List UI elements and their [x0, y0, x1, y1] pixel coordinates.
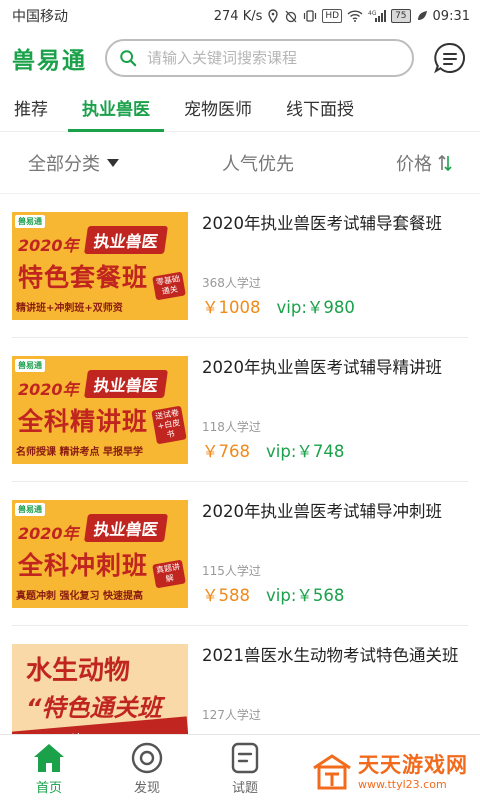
thumbnail-heading: 全科冲刺班 [18, 551, 149, 580]
clock: 09:31 [432, 8, 470, 24]
course-thumbnail: 兽易通 2020年 执业兽医 特色套餐班 零基础通关 精讲班+冲刺班+双师资 [12, 212, 188, 320]
thumbnail-subtitle: 精讲班+冲刺班+双师资 [16, 303, 123, 314]
message-button[interactable] [432, 40, 468, 76]
thumbnail-heading: 全科精讲班 [18, 407, 149, 436]
thumbnail-subtitle: 真题冲刺 强化复习 快速提高 [16, 591, 143, 602]
price-sort[interactable]: 价格 [396, 150, 452, 176]
watermark-text: 天天游戏网 www.ttyl23.com [358, 752, 468, 791]
tab-recommend[interactable]: 推荐 [12, 84, 50, 132]
search-input[interactable] [147, 49, 400, 67]
category-filter[interactable]: 全部分类 [28, 150, 120, 176]
course-price: ￥768 [202, 442, 250, 461]
course-prices: ￥768 vip:￥748 [202, 438, 344, 462]
learner-count: 127人学过 [202, 708, 261, 722]
sort-arrows-icon [438, 154, 452, 171]
category-tabs: 推荐 执业兽医 宠物医师 线下面授 [0, 84, 480, 132]
vip-price: vip:￥748 [266, 442, 345, 461]
thumbnail-badge: 执业兽医 [84, 514, 168, 542]
course-info: 2020年执业兽医考试辅导套餐班 368人学过 ￥1008 vip:￥980 [202, 212, 468, 320]
watermark-logo-icon [313, 754, 351, 790]
course-title: 2020年执业兽医考试辅导套餐班 [202, 214, 442, 233]
status-bar: 中国移动 274 K/s HD 4G 75 09:31 [0, 0, 480, 32]
thumbnail-year: 2020年 [18, 524, 79, 543]
tab-licensed-vet[interactable]: 执业兽医 [68, 84, 164, 132]
location-icon [268, 9, 279, 23]
network-speed: 274 K/s [213, 8, 263, 24]
message-icon [434, 42, 465, 74]
popularity-sort-label: 人气优先 [222, 153, 294, 175]
course-price: ￥588 [202, 586, 250, 605]
nav-exam-label: 试题 [231, 781, 258, 796]
course-item[interactable]: 兽易通 2020年 执业兽医 全科冲刺班 真题讲解 真题冲刺 强化复习 快速提高… [12, 482, 468, 626]
home-icon [32, 741, 66, 775]
caret-down-icon [107, 158, 119, 167]
watermark-title: 天天游戏网 [358, 752, 468, 777]
course-item[interactable]: 兽易通 2020年 执业兽医 特色套餐班 零基础通关 精讲班+冲刺班+双师资 2… [12, 194, 468, 338]
search-box[interactable] [105, 39, 414, 77]
tab-pet-doctor[interactable]: 宠物医师 [182, 84, 254, 132]
thumbnail-logo: 兽易通 [15, 503, 45, 516]
hd-badge: HD [322, 9, 343, 23]
thumbnail-subtitle: 名师授课 精讲考点 早报早学 [16, 447, 143, 458]
course-title: 2020年执业兽医考试辅导冲刺班 [202, 502, 442, 521]
learner-count: 368人学过 [202, 276, 261, 290]
course-thumbnail: 兽易通 2020年 执业兽医 全科冲刺班 真题讲解 真题冲刺 强化复习 快速提高 [12, 500, 188, 608]
thumbnail-year: 2020年 [18, 380, 79, 399]
nav-exam[interactable]: 试题 [196, 735, 294, 796]
status-icons: 274 K/s HD 4G 75 09:31 [214, 9, 470, 24]
thumbnail-logo: 兽易通 [15, 359, 45, 372]
thumbnail-corner-tag: 真题讲解 [152, 559, 186, 589]
svg-text:4G: 4G [368, 10, 377, 17]
thumbnail-heading: 水生动物 [26, 656, 131, 686]
nav-discover[interactable]: 发现 [98, 735, 196, 796]
learner-count: 118人学过 [202, 420, 261, 434]
watermark-url: www.ttyl23.com [358, 777, 447, 791]
alarm-off-icon [285, 10, 297, 23]
course-prices: ￥588 vip:￥568 [202, 582, 344, 606]
thumbnail-corner-tag: 送试卷+白皮书 [151, 405, 187, 445]
watermark: 天天游戏网 www.ttyl23.com [312, 754, 468, 790]
thumbnail-subtitle: “特色通关班 [26, 694, 162, 722]
carrier: 中国移动 [12, 9, 68, 25]
vip-price: vip:￥980 [276, 298, 355, 317]
signal-icon: 4G [368, 10, 387, 22]
vibrate-icon [304, 10, 317, 22]
thumbnail-year: 2020年 [18, 236, 79, 255]
course-info: 2020年执业兽医考试辅导精讲班 118人学过 ￥768 vip:￥748 [202, 356, 468, 464]
popularity-sort[interactable]: 人气优先 [222, 150, 294, 176]
course-title: 2021兽医水生动物考试特色通关班 [202, 646, 459, 665]
nav-home[interactable]: 首页 [0, 735, 98, 796]
bottom-nav: 首页 发现 试题 天天游戏网 www.ttyl23.com [0, 734, 480, 800]
course-title: 2020年执业兽医考试辅导精讲班 [202, 358, 442, 377]
battery-indicator: 75 [391, 9, 411, 23]
filter-bar: 全部分类 人气优先 价格 [0, 132, 480, 194]
thumbnail-badge: 执业兽医 [84, 370, 168, 398]
course-prices: ￥1008 vip:￥980 [202, 294, 355, 318]
course-price: ￥1008 [202, 298, 261, 317]
nav-home-label: 首页 [35, 781, 62, 796]
course-thumbnail: 兽易通 2020年 执业兽医 全科精讲班 送试卷+白皮书 名师授课 精讲考点 早… [12, 356, 188, 464]
discover-icon [131, 741, 163, 775]
exam-icon [230, 741, 260, 775]
course-list: 兽易通 2020年 执业兽医 特色套餐班 零基础通关 精讲班+冲刺班+双师资 2… [0, 194, 480, 770]
search-icon [120, 50, 137, 67]
learner-count: 115人学过 [202, 564, 261, 578]
thumbnail-badge: 执业兽医 [84, 226, 168, 254]
app-header: 兽易通 [0, 32, 480, 84]
app-logo: 兽易通 [12, 48, 87, 74]
thumbnail-heading: 特色套餐班 [18, 263, 149, 292]
category-filter-label: 全部分类 [28, 153, 100, 175]
leaf-icon [417, 11, 427, 20]
tab-offline[interactable]: 线下面授 [284, 84, 356, 132]
nav-discover-label: 发现 [133, 781, 160, 796]
wifi-icon [347, 10, 363, 22]
price-sort-label: 价格 [396, 153, 432, 175]
course-info: 2020年执业兽医考试辅导冲刺班 115人学过 ￥588 vip:￥568 [202, 500, 468, 608]
thumbnail-corner-tag: 零基础通关 [152, 271, 186, 301]
course-item[interactable]: 兽易通 2020年 执业兽医 全科精讲班 送试卷+白皮书 名师授课 精讲考点 早… [12, 338, 468, 482]
thumbnail-logo: 兽易通 [15, 215, 45, 228]
vip-price: vip:￥568 [266, 586, 345, 605]
